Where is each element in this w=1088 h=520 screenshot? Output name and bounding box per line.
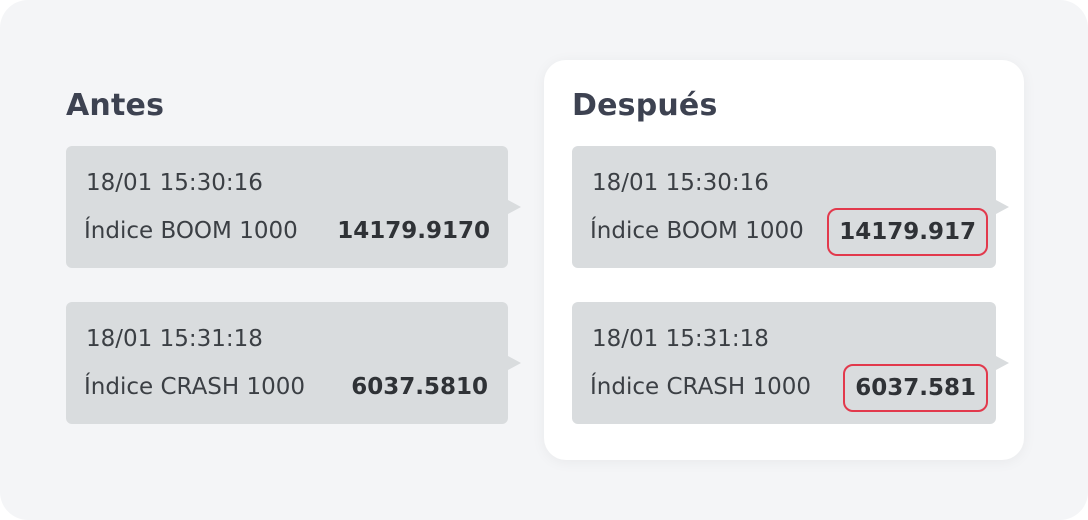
message-timestamp: 18/01 15:30:16 bbox=[592, 170, 769, 196]
price-value: 14179.917 bbox=[839, 219, 976, 245]
instrument-name: Índice BOOM 1000 bbox=[84, 218, 298, 244]
price-value: 14179.9170 bbox=[337, 218, 490, 244]
instrument-name: Índice CRASH 1000 bbox=[84, 374, 306, 400]
message-timestamp: 18/01 15:31:18 bbox=[86, 326, 263, 352]
message-bubble-before-boom: 18/01 15:30:16 Índice BOOM 1000 14179.91… bbox=[66, 146, 521, 268]
after-title: Después bbox=[572, 88, 718, 123]
message-bubble-before-crash: 18/01 15:31:18 Índice CRASH 1000 6037.58… bbox=[66, 302, 521, 424]
message-bubble-after-boom: 18/01 15:30:16 Índice BOOM 1000 14179.91… bbox=[572, 146, 1009, 268]
instrument-name: Índice BOOM 1000 bbox=[590, 218, 804, 244]
highlighted-value-box: 14179.917 bbox=[827, 208, 988, 256]
instrument-name: Índice CRASH 1000 bbox=[590, 374, 812, 400]
highlighted-value-box: 6037.581 bbox=[843, 364, 988, 412]
price-value: 6037.5810 bbox=[351, 374, 488, 400]
before-title: Antes bbox=[66, 88, 165, 123]
message-timestamp: 18/01 15:31:18 bbox=[592, 326, 769, 352]
comparison-panel: Antes 18/01 15:30:16 Índice BOOM 1000 14… bbox=[0, 0, 1088, 520]
price-value: 6037.581 bbox=[855, 375, 976, 401]
message-bubble-after-crash: 18/01 15:31:18 Índice CRASH 1000 6037.58… bbox=[572, 302, 1009, 424]
message-timestamp: 18/01 15:30:16 bbox=[86, 170, 263, 196]
